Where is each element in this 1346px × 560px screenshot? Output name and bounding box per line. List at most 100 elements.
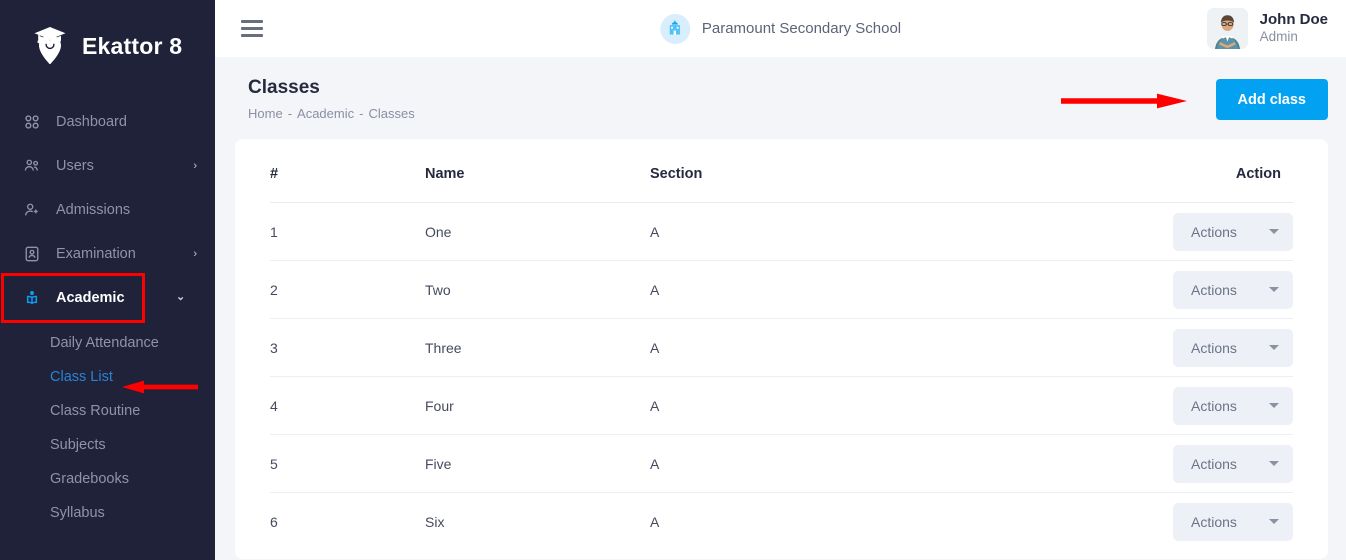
sidebar-subitem-label: Class List <box>50 369 113 385</box>
cell-action: Actions <box>972 377 1294 435</box>
cell-action: Actions <box>972 493 1294 551</box>
sidebar-subitem-label: Gradebooks <box>50 471 129 487</box>
cell-section: A <box>650 493 972 551</box>
breadcrumb-item-academic[interactable]: Academic <box>297 106 354 121</box>
profile-meta: John Doe Admin <box>1260 11 1328 47</box>
chevron-down-icon: ⌄ <box>176 292 185 303</box>
chevron-right-icon: › <box>193 161 197 172</box>
grid-dots-icon <box>22 112 42 132</box>
sidebar-item-users[interactable]: Users › <box>0 144 215 188</box>
cell-action: Actions <box>972 203 1294 261</box>
cell-num: 3 <box>270 319 425 377</box>
breadcrumb-separator: - <box>288 106 292 121</box>
sidebar-item-class-routine[interactable]: Class Routine <box>0 394 215 428</box>
caret-down-icon <box>1269 403 1279 408</box>
classes-table: # Name Section Action 1 One A <box>270 139 1293 551</box>
cell-name: Three <box>425 319 650 377</box>
page-title: Classes <box>248 77 415 99</box>
sidebar-item-label: Academic <box>56 290 125 306</box>
id-card-icon <box>22 244 42 264</box>
actions-dropdown-button[interactable]: Actions <box>1173 213 1293 251</box>
breadcrumb-separator: - <box>359 106 363 121</box>
top-bar: Paramount Secondary School <box>215 0 1346 57</box>
sidebar-item-admissions[interactable]: Admissions <box>0 188 215 232</box>
table-row: 1 One A Actions <box>270 203 1293 261</box>
add-class-button[interactable]: Add class <box>1216 79 1329 120</box>
cell-num: 6 <box>270 493 425 551</box>
breadcrumb-item-classes: Classes <box>368 106 414 121</box>
sidebar-item-dashboard[interactable]: Dashboard <box>0 100 215 144</box>
school-identity: Paramount Secondary School <box>660 14 901 44</box>
user-avatar-photo <box>1207 8 1248 49</box>
cell-num: 1 <box>270 203 425 261</box>
table-row: 5 Five A Actions <box>270 435 1293 493</box>
cell-name: Five <box>425 435 650 493</box>
actions-label: Actions <box>1191 340 1237 356</box>
caret-down-icon <box>1269 519 1279 524</box>
breadcrumb-item-home[interactable]: Home <box>248 106 283 121</box>
user-plus-icon <box>22 200 42 220</box>
actions-label: Actions <box>1191 398 1237 414</box>
profile-menu[interactable]: John Doe Admin <box>1207 8 1328 49</box>
chevron-right-icon: › <box>193 249 197 260</box>
school-building-icon <box>660 14 690 44</box>
sidebar: Ekattor 8 Dashboard <box>0 0 215 560</box>
page-header: Classes Home - Academic - Classes <box>235 77 1337 139</box>
caret-down-icon <box>1269 461 1279 466</box>
cell-section: A <box>650 319 972 377</box>
table-header-row: # Name Section Action <box>270 139 1293 203</box>
sidebar-item-daily-attendance[interactable]: Daily Attendance <box>0 326 215 360</box>
actions-label: Actions <box>1191 282 1237 298</box>
column-header-name: Name <box>425 139 650 203</box>
sidebar-item-gradebooks[interactable]: Gradebooks <box>0 462 215 496</box>
sidebar-subitem-label: Syllabus <box>50 505 105 521</box>
sidebar-subitem-label: Class Routine <box>50 403 140 419</box>
breadcrumb: Home - Academic - Classes <box>248 106 415 121</box>
classes-table-card: # Name Section Action 1 One A <box>235 139 1328 559</box>
table-row: 4 Four A Actions <box>270 377 1293 435</box>
sidebar-item-syllabus[interactable]: Syllabus <box>0 496 215 530</box>
table-body: 1 One A Actions 2 <box>270 203 1293 551</box>
app-root: Ekattor 8 Dashboard <box>0 0 1346 560</box>
caret-down-icon <box>1269 229 1279 234</box>
sidebar-item-academic[interactable]: Academic ⌄ <box>4 276 142 320</box>
hamburger-icon[interactable] <box>241 20 263 37</box>
actions-dropdown-button[interactable]: Actions <box>1173 271 1293 309</box>
actions-dropdown-button[interactable]: Actions <box>1173 503 1293 541</box>
red-arrow-left-annotation <box>118 380 198 394</box>
actions-dropdown-button[interactable]: Actions <box>1173 329 1293 367</box>
school-name: Paramount Secondary School <box>702 20 901 37</box>
actions-label: Actions <box>1191 514 1237 530</box>
cell-section: A <box>650 377 972 435</box>
sidebar-item-examination[interactable]: Examination › <box>0 232 215 276</box>
caret-down-icon <box>1269 287 1279 292</box>
cell-action: Actions <box>972 261 1294 319</box>
sidebar-item-label: Admissions <box>56 202 197 218</box>
sidebar-subitem-label: Daily Attendance <box>50 335 159 351</box>
actions-label: Actions <box>1191 456 1237 472</box>
sidebar-subitem-label: Subjects <box>50 437 106 453</box>
page-heading-group: Classes Home - Academic - Classes <box>248 77 415 121</box>
graduation-cap-pin-icon <box>30 23 70 69</box>
cell-name: Six <box>425 493 650 551</box>
cell-action: Actions <box>972 435 1294 493</box>
actions-dropdown-button[interactable]: Actions <box>1173 387 1293 425</box>
academic-person-icon <box>22 288 42 308</box>
users-icon <box>22 156 42 176</box>
cell-num: 4 <box>270 377 425 435</box>
actions-dropdown-button[interactable]: Actions <box>1173 445 1293 483</box>
cell-section: A <box>650 435 972 493</box>
cell-name: One <box>425 203 650 261</box>
cell-section: A <box>650 203 972 261</box>
brand-name: Ekattor 8 <box>82 33 182 60</box>
profile-role: Admin <box>1260 29 1328 46</box>
table-row: 6 Six A Actions <box>270 493 1293 551</box>
table-row: 2 Two A Actions <box>270 261 1293 319</box>
cell-num: 2 <box>270 261 425 319</box>
sidebar-item-subjects[interactable]: Subjects <box>0 428 215 462</box>
column-header-num: # <box>270 139 425 203</box>
column-header-section: Section <box>650 139 972 203</box>
sidebar-item-label: Dashboard <box>56 114 197 130</box>
table-head: # Name Section Action <box>270 139 1293 203</box>
brand-logo-area[interactable]: Ekattor 8 <box>0 0 215 92</box>
